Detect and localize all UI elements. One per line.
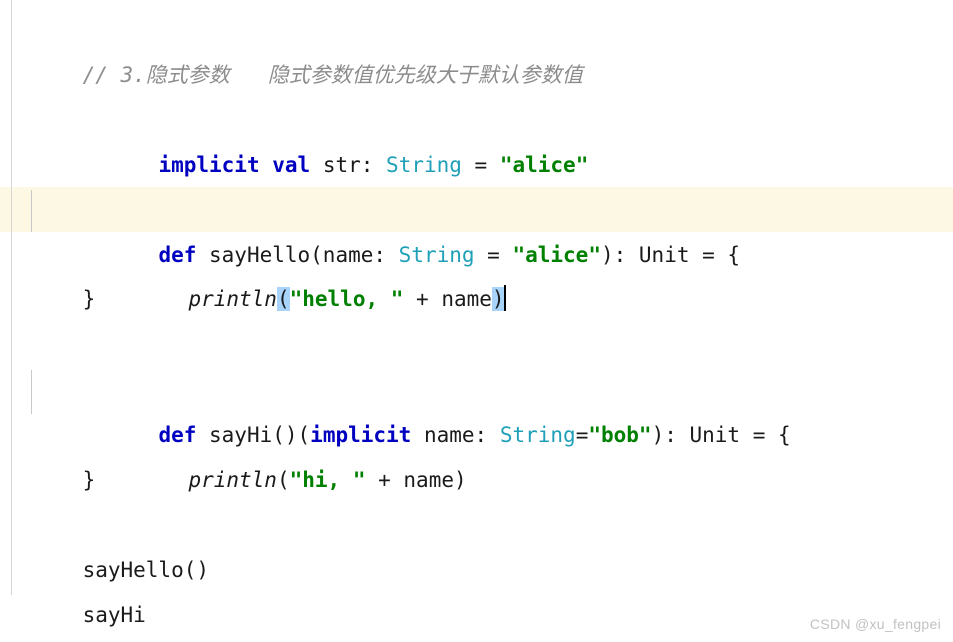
plus-operator: +	[403, 287, 442, 311]
closing-brace: }	[82, 287, 96, 311]
method-call-println: println	[188, 468, 277, 492]
closing-brace-outer: }	[57, 635, 70, 642]
text-caret	[503, 285, 506, 311]
code-line-println-hello[interactable]: println("hello, " + name)	[0, 187, 953, 311]
string-literal-hi: "hi, "	[289, 468, 366, 492]
code-line-def-sayhi[interactable]: def sayHi()(implicit name: String="bob")…	[0, 323, 953, 447]
code-line-println-hi[interactable]: println("hi, " + name)	[0, 368, 953, 492]
closing-brace: }	[82, 468, 96, 492]
code-line-implicit-val[interactable]: implicit val str: String = "alice"	[0, 53, 953, 177]
code-line-def-sayhello[interactable]: def sayHello(name: String = "alice"): Un…	[0, 143, 953, 267]
close-paren: )	[453, 468, 467, 492]
watermark: CSDN @xu_fengpei	[809, 616, 941, 632]
string-literal-hello: "hello, "	[289, 287, 404, 311]
code-line-call-sayhello[interactable]: sayHello()	[0, 503, 953, 582]
argument-name: name	[441, 287, 492, 311]
code-line-close-sayhello[interactable]: }	[0, 232, 953, 311]
plus-operator: +	[365, 468, 404, 492]
method-call-println: println	[188, 287, 277, 311]
bracket-match-open: (	[276, 287, 290, 311]
code-line-comment[interactable]: // 3.隐式参数 隐式参数值优先级大于默认参数值	[0, 8, 953, 87]
open-paren: (	[276, 468, 290, 492]
code-line-call-sayhi[interactable]: sayHi	[0, 548, 953, 627]
code-line-close-sayhi[interactable]: }	[0, 413, 953, 492]
code-editor[interactable]: // 3.隐式参数 隐式参数值优先级大于默认参数值 implicit val s…	[0, 0, 953, 642]
argument-name: name	[403, 468, 454, 492]
